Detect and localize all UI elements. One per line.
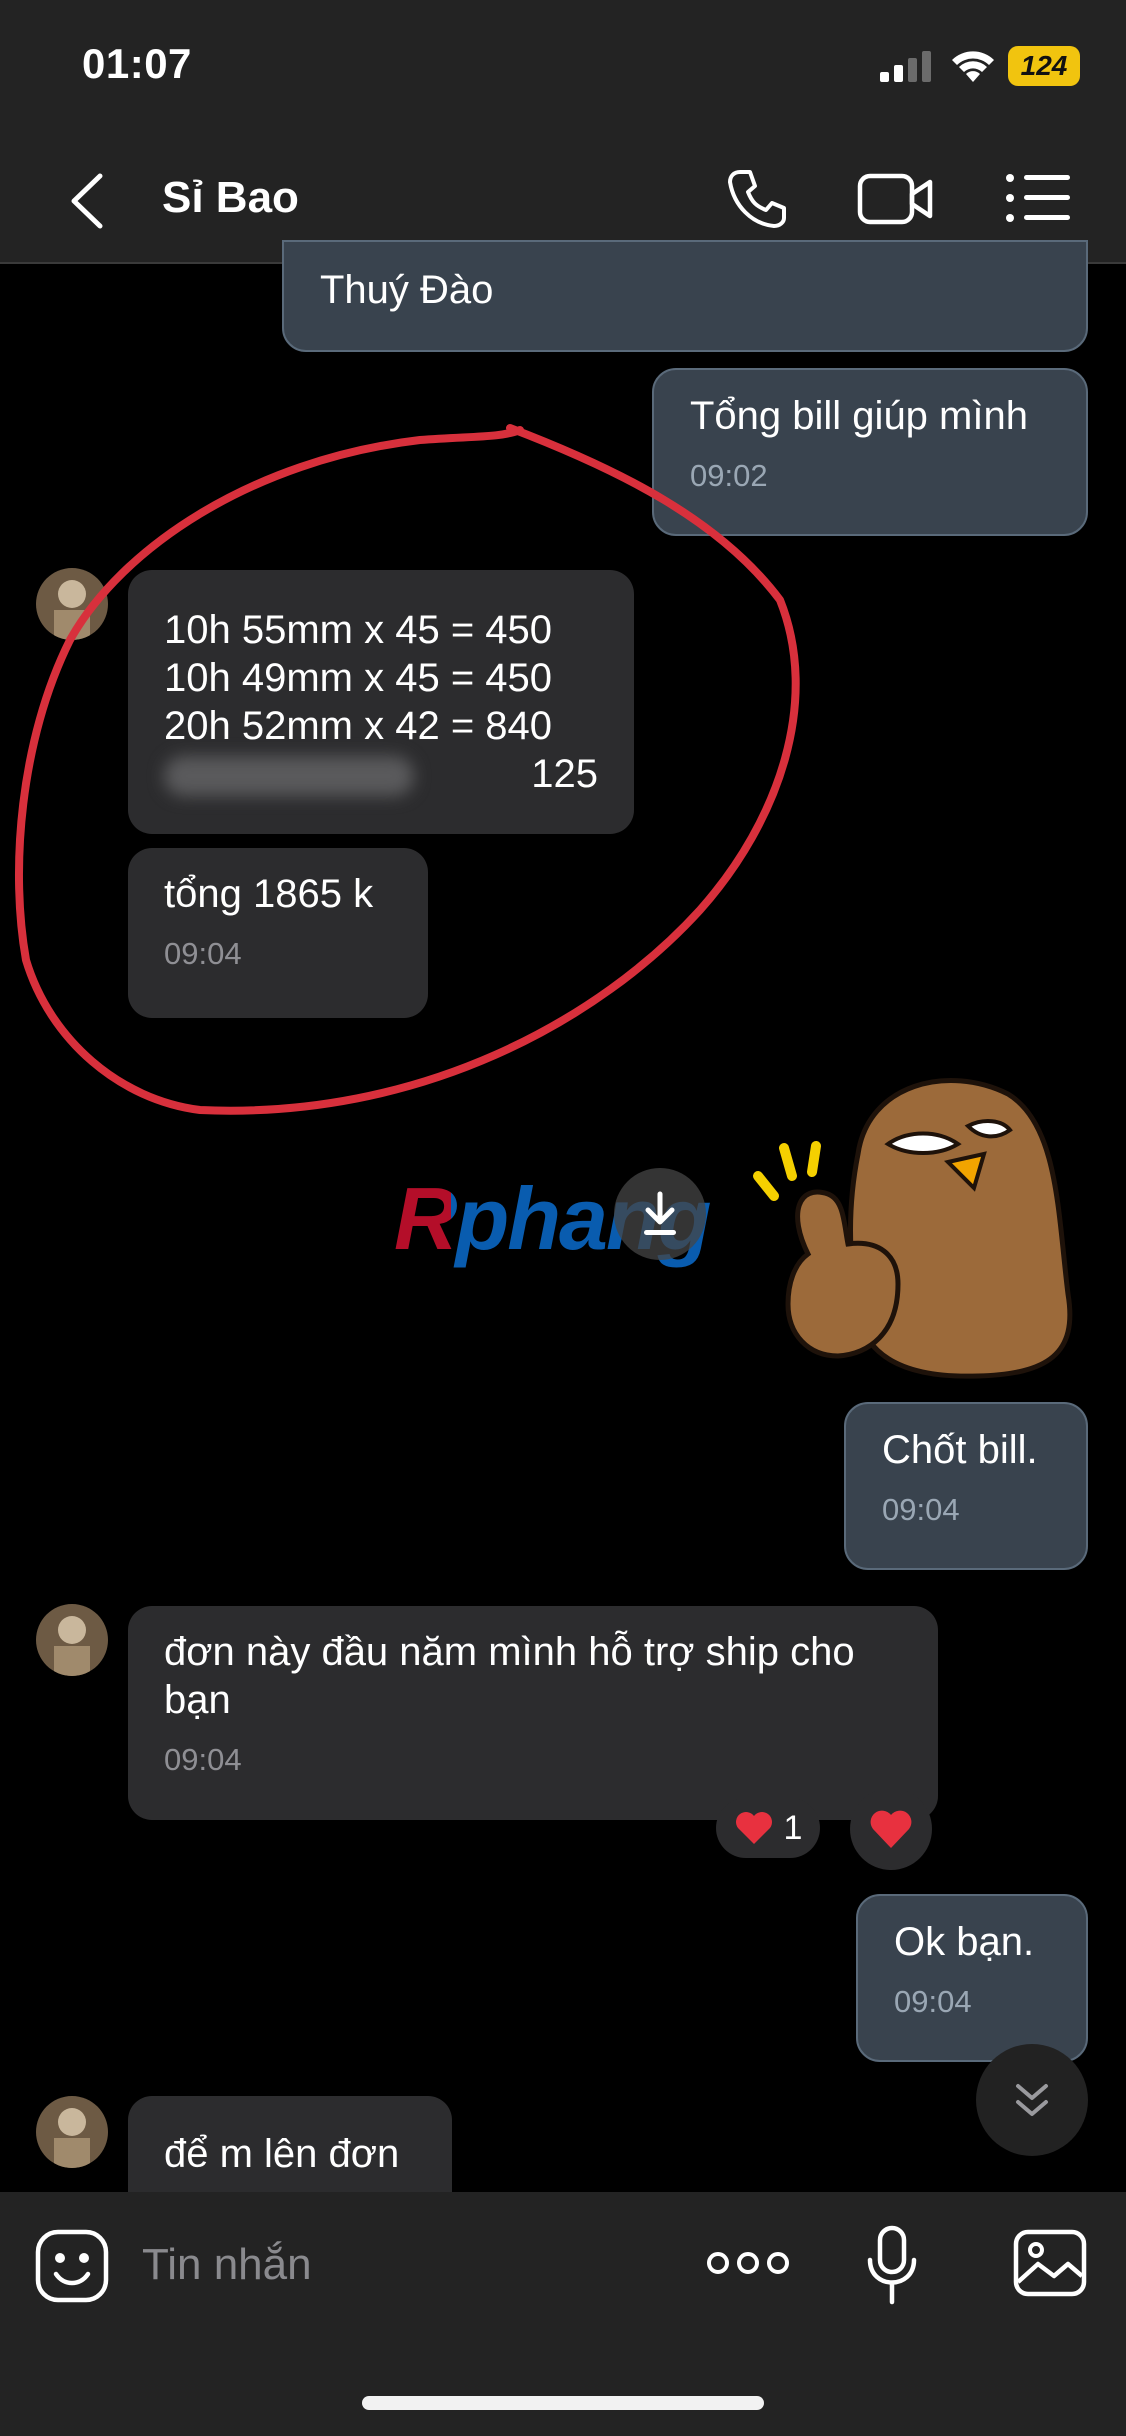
battery-icon: 124 (1008, 46, 1080, 86)
avatar[interactable] (36, 2096, 108, 2168)
scroll-down-button[interactable] (976, 2044, 1088, 2156)
avatar[interactable] (36, 1604, 108, 1676)
sticker[interactable] (748, 1064, 1084, 1386)
message-text: để m lên đơn (164, 2132, 400, 2176)
battery-level: 124 (1020, 50, 1068, 81)
back-icon[interactable] (62, 170, 112, 232)
emoji-icon[interactable] (34, 2228, 110, 2304)
contact-name[interactable]: Sỉ Bao (162, 173, 299, 223)
message-time: 09:04 (164, 1742, 242, 1777)
reaction-count: 1 (783, 1808, 803, 1847)
annotation-circle (15, 424, 800, 1115)
mic-icon[interactable] (866, 2224, 918, 2306)
react-button[interactable] (850, 1788, 932, 1870)
message-bubble-outgoing[interactable]: Ok bạn. 09:04 (856, 1894, 1088, 2062)
download-icon (644, 1191, 676, 1235)
download-button[interactable] (614, 1168, 706, 1260)
message-bubble-outgoing[interactable]: Chốt bill. 09:04 (844, 1402, 1088, 1570)
message-text: Thuý Đào (320, 268, 494, 312)
message-text: Chốt bill. (882, 1428, 1038, 1472)
menu-icon[interactable] (1004, 170, 1072, 226)
message-bubble-incoming[interactable]: đơn này đầu năm mình hỗ trợ ship cho bạn… (128, 1606, 938, 1820)
reaction-summary[interactable]: 1 (716, 1798, 820, 1858)
signal-icon (880, 51, 931, 82)
message-text: Ok bạn. (894, 1920, 1035, 1964)
message-text: đơn này đầu năm mình hỗ trợ ship cho bạn (164, 1630, 855, 1722)
image-icon[interactable] (1012, 2228, 1088, 2298)
more-icon[interactable] (706, 2248, 790, 2278)
home-indicator (362, 2396, 764, 2410)
message-time: 09:04 (894, 1984, 972, 2019)
message-input[interactable] (140, 2232, 664, 2298)
wifi-icon (952, 51, 994, 82)
chevrons-down-icon (1016, 2084, 1048, 2116)
status-time: 01:07 (82, 40, 192, 87)
message-bubble-outgoing[interactable]: Thuý Đào (282, 240, 1088, 352)
phone-icon[interactable] (724, 166, 790, 232)
message-time: 09:04 (882, 1492, 960, 1527)
heart-icon (735, 1812, 772, 1844)
heart-icon (870, 1810, 912, 1848)
video-icon[interactable] (856, 168, 936, 230)
